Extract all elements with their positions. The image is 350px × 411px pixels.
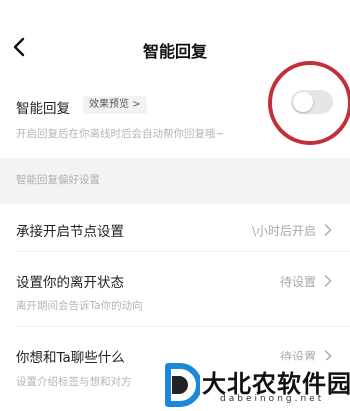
watermark-logo-icon [165,363,200,407]
section-label: 智能回复偏好设置 [16,174,100,186]
preference-section-header: 智能回复偏好设置 [0,158,350,204]
divider [16,326,350,327]
chevron-right-icon[interactable] [324,224,332,236]
watermark: 大北农软件园 dabeinong.net [160,360,350,411]
row-subtitle-away-status: 离开期间会告诉Ta你的动向 [16,300,143,312]
row-title-away-status[interactable]: 设置你的离开状态 [16,271,124,291]
smart-reply-label: 智能回复 [16,101,70,117]
row-title-chat-topics[interactable]: 你想和Ta聊些什么 [16,346,125,366]
divider [16,251,350,252]
annotation-circle [268,61,350,145]
smart-reply-description: 开启回复后在你离线时后会自动帮你回复哦~ [16,128,225,140]
page-title: 智能回复 [142,42,207,61]
row-title-start-node[interactable]: 承接开启节点设置 [16,220,124,240]
watermark-subtext: dabeinong.net [220,394,325,404]
row-subtitle-chat-topics: 设置介绍标签与想和对方 [16,376,132,388]
row-value-away-status[interactable]: 待设置 [280,273,316,290]
chevron-right-icon[interactable] [324,275,332,287]
row-value-start-node[interactable]: \小时后开启 [252,222,316,239]
effect-preview-button[interactable]: 效果预览 > [83,96,147,114]
